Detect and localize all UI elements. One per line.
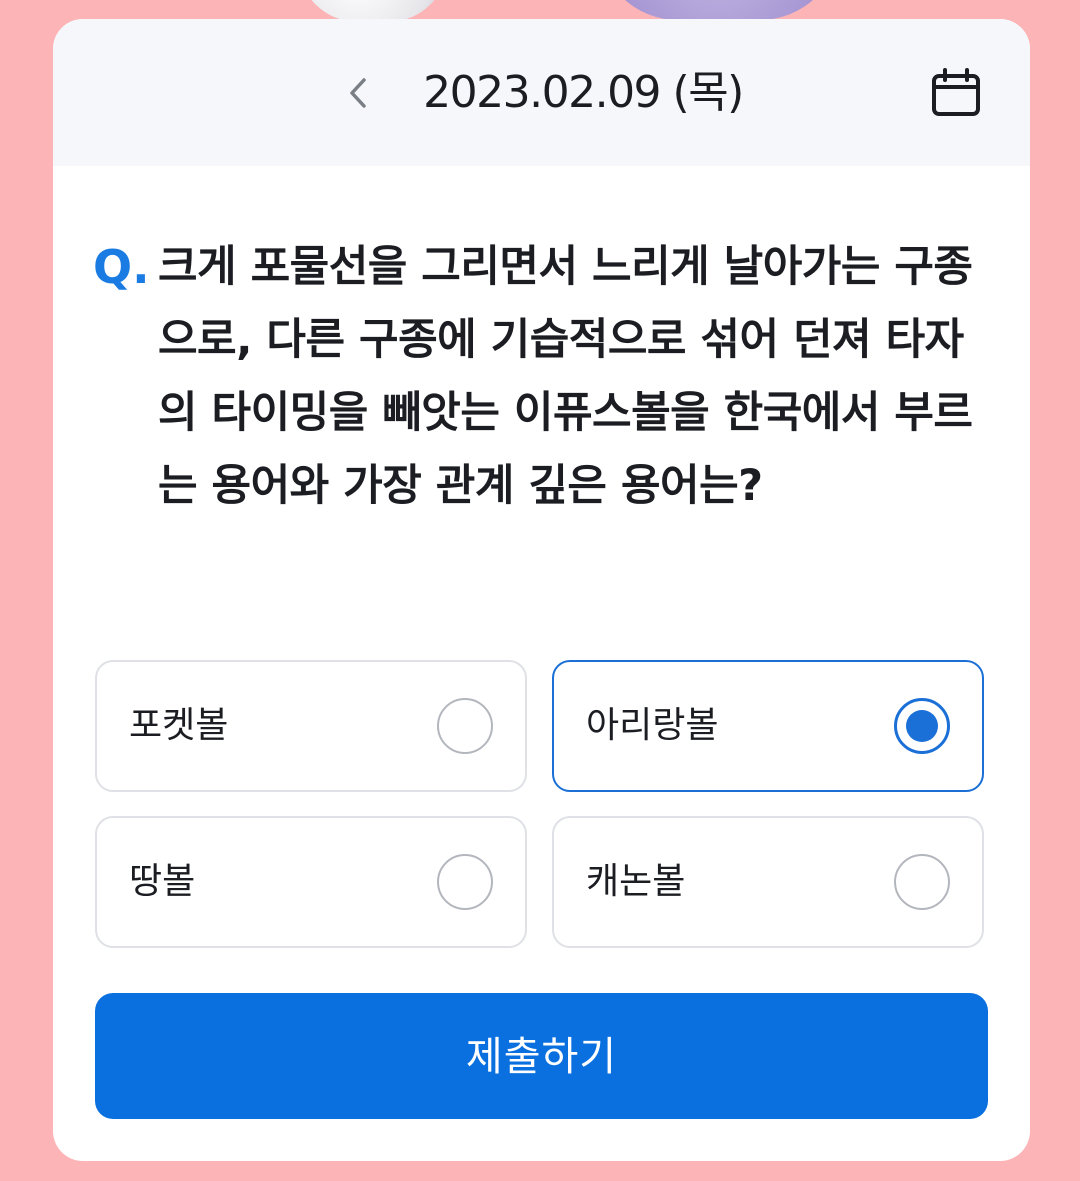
answer-option-4[interactable]: 캐논볼 [552,816,984,948]
date-title: 2023.02.09 (목) [423,67,744,118]
submit-button[interactable]: 제출하기 [95,993,988,1119]
prev-date-button[interactable] [334,69,382,117]
answer-option-label: 땅볼 [129,861,196,902]
calendar-icon [932,68,980,116]
radio-button[interactable] [437,854,493,910]
answer-option-label: 포켓볼 [129,705,229,746]
date-header: 2023.02.09 (목) [53,19,1030,166]
quiz-card: 2023.02.09 (목) Q. 크게 포물선을 그리면서 느리게 날아가는 … [53,19,1030,1161]
answer-option-1[interactable]: 포켓볼 [95,660,527,792]
radio-button[interactable] [894,854,950,910]
radio-button-selected[interactable] [894,698,950,754]
chevron-left-icon [350,78,366,108]
question-text: 크게 포물선을 그리면서 느리게 날아가는 구종으로, 다른 구종에 기습적으로… [158,242,973,511]
answer-option-2[interactable]: 아리랑볼 [552,660,984,792]
question-prefix: Q. [93,240,150,294]
answer-option-label: 캐논볼 [586,861,686,902]
answer-option-label: 아리랑볼 [586,705,719,746]
character-decoration-right [598,0,840,20]
radio-button[interactable] [437,698,493,754]
calendar-button[interactable] [926,63,986,123]
answer-option-3[interactable]: 땅볼 [95,816,527,948]
